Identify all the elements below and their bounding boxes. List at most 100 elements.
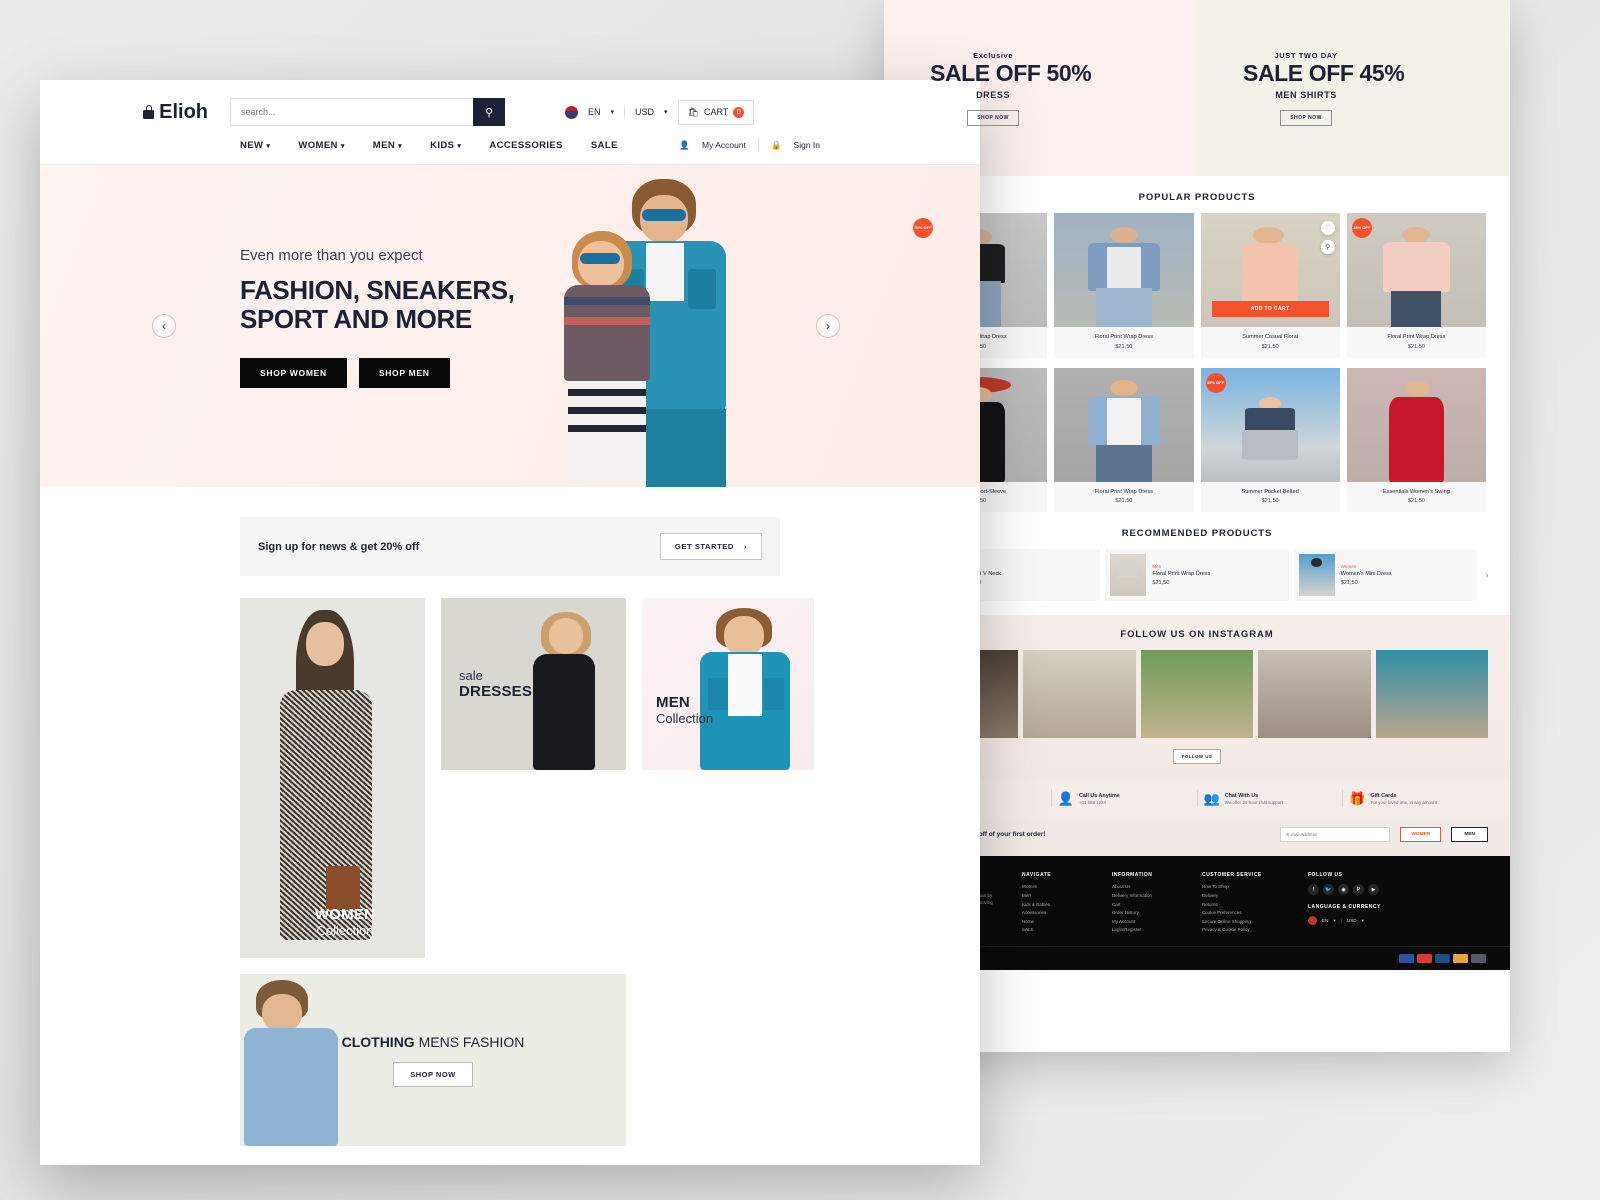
hero-headline: FASHION, SNEAKERS, SPORT AND MORE [240,275,515,334]
footer-link[interactable]: Delivery Information [1112,893,1188,898]
promo-banner-text: Exclusive SALE OFF 50% DRESS SHOP NOW [884,51,1092,126]
recommended-card[interactable]: Men Floral Print Wrap Dress $21,50 [1105,549,1289,602]
footer-column-navigate: NAVIGATE Women Men Kids & Babies Accesso… [1022,872,1098,936]
chevron-down-icon[interactable]: ▾ [664,108,668,116]
instagram-tile[interactable] [1258,650,1371,739]
chevron-down-icon: ▾ [457,142,462,150]
brand-name: Elioh [159,100,208,123]
account-links: 👤 My Account 🔒 Sign In [679,138,820,152]
product-card[interactable]: Floral Print Wrap Dress $21,50 [1054,367,1194,513]
cart-button[interactable]: 🛍 CART 0 [677,99,755,125]
nav-item-new[interactable]: NEW ▾ [240,140,270,151]
nav-item-kids[interactable]: KIDS ▾ [430,140,461,151]
promo-subline: DRESS [976,89,1011,100]
footer-currency-value[interactable]: USD [1347,918,1357,923]
promo-banner-men-shirts[interactable]: JUST TWO DAY SALE OFF 45% MEN SHIRTS SHO… [1197,0,1510,176]
product-card[interactable]: Essentials Women's Swing $21,50 [1346,367,1486,513]
instagram-tile[interactable] [1140,650,1254,739]
hero-copy: Even more than you expect FASHION, SNEAK… [240,247,515,389]
footer-link[interactable]: Cookie Preferences [1202,910,1294,915]
footer-link[interactable]: Home [1022,919,1098,924]
chevron-down-icon[interactable]: ▾ [1333,918,1335,924]
footer-link[interactable]: Login/Register [1112,927,1188,932]
product-name: Essentials Women's Swing [1382,488,1450,495]
promo-shop-now-button[interactable]: SHOP NOW [1280,109,1333,126]
footer-link[interactable]: Delivery [1202,893,1294,898]
hero-prev-chevron-left-icon[interactable]: ‹ [152,314,176,338]
nav-item-men[interactable]: MEN ▾ [373,140,402,151]
footer-link[interactable]: Order History [1112,910,1188,915]
product-card[interactable]: ♡ ⚲ ADD TO CART Summer Casual Floral $21… [1200,213,1340,358]
recommended-card[interactable]: Women Women's Mini Dress $21,50 [1293,549,1477,602]
currency-selector[interactable]: USD [635,107,654,117]
footer-link[interactable]: SALE [1022,927,1098,932]
feature-desc: +01 569 1234 [1078,799,1106,805]
footer-language-currency: EN ▾ | USD ▾ [1308,916,1400,926]
instagram-icon[interactable]: ◉ [1338,884,1349,896]
shop-now-button[interactable]: SHOP NOW [393,1061,473,1087]
quickview-search-icon[interactable]: ⚲ [1320,240,1335,254]
nav-item-sale[interactable]: SALE [591,140,618,151]
my-account-link[interactable]: My Account [702,140,746,150]
search-icon[interactable]: ⚲ [473,98,505,126]
page-body: Sign up for news & get 20% off GET START… [40,517,980,1165]
promo-subline: MEN SHIRTS [1275,89,1337,100]
footer-link[interactable]: About Us [1112,884,1188,889]
footer-link[interactable]: My Account [1112,919,1188,924]
footer-link[interactable]: Women [1022,884,1098,889]
mastercard-icon [1417,953,1432,963]
tile-sale-dresses[interactable]: sale DRESSES [441,598,626,770]
nav-item-accessories[interactable]: ACCESSORIES [489,140,563,151]
product-card[interactable]: 35% OFF Summer Pocket Belted $21,50 [1200,367,1340,513]
discount-badge: 25% OFF [1351,218,1372,238]
twitter-icon[interactable]: 🐦 [1323,884,1334,896]
chevron-down-icon: ▾ [398,142,403,150]
tile-clothing-mens-fashion[interactable]: CLOTHING MENS FASHION SHOP NOW [240,974,626,1146]
instagram-tile[interactable] [1375,650,1489,739]
footer-link[interactable]: Secure Online Shopping [1202,919,1294,924]
facebook-icon[interactable]: f [1308,884,1319,896]
newsletter-email-input[interactable] [1280,827,1391,843]
footer-heading: INFORMATION [1112,872,1153,879]
language-selector[interactable]: EN [588,107,601,117]
add-to-cart-button[interactable]: ADD TO CART [1211,301,1329,317]
tile-women-collection[interactable]: WOMEN Collection [240,598,425,958]
tile-men-collection[interactable]: MEN Collection [642,598,814,770]
instagram-follow-button[interactable]: FOLLOW US [1173,749,1221,765]
chevron-down-icon[interactable]: ▾ [1362,918,1364,924]
footer-language-value[interactable]: EN [1322,918,1328,923]
wishlist-icon[interactable]: ♡ [1320,221,1335,235]
recommended-next-chevron-right-icon[interactable]: › [1482,570,1492,580]
footer-link[interactable]: Returns [1202,902,1294,907]
newsletter-women-button[interactable]: WOMEN [1400,827,1442,843]
product-card[interactable]: Floral Print Wrap Dress $21,50 [1054,213,1194,358]
pinterest-icon[interactable]: P [1353,884,1364,896]
site-logo[interactable]: Elioh [40,101,230,124]
promo-shop-now-button[interactable]: SHOP NOW [967,109,1020,126]
newsletter-signup-bar: Sign up for news & get 20% off GET START… [240,517,780,576]
nav-item-women[interactable]: WOMEN ▾ [298,140,344,151]
footer-link[interactable]: Privacy & Cookie Policy [1202,927,1294,932]
hero-model-image [520,165,840,487]
footer-link[interactable]: How To Shop [1202,884,1294,889]
feature-gift-cards: 🎁 Gift Cards For your loved one, in any … [1343,790,1488,807]
shop-women-button[interactable]: SHOP WOMEN [240,358,347,389]
feature-desc: For your loved one, in any amount [1370,799,1438,805]
sign-in-link[interactable]: Sign In [794,140,820,150]
footer-link[interactable]: Accessories [1022,910,1098,915]
headset-icon: 👤 [1057,791,1074,807]
product-card[interactable]: 25% OFF Floral Print Wrap Dress $21,50 [1346,213,1486,358]
search-input[interactable] [230,98,473,126]
instagram-tile[interactable] [1023,650,1136,739]
get-started-button[interactable]: GET STARTED › [659,533,762,560]
footer-link[interactable]: Kids & Babies [1022,902,1098,907]
youtube-icon[interactable]: ▶ [1368,884,1379,896]
product-actions[interactable]: ♡ ⚲ [1320,221,1335,259]
lock-icon: 🔒 [770,139,782,150]
chevron-down-icon: ▾ [340,142,345,150]
newsletter-men-button[interactable]: MEN [1451,827,1488,843]
shop-men-button[interactable]: SHOP MEN [358,358,450,389]
footer-link[interactable]: Cart [1112,902,1188,907]
footer-link[interactable]: Men [1022,893,1098,898]
chevron-down-icon[interactable]: ▾ [611,108,615,116]
